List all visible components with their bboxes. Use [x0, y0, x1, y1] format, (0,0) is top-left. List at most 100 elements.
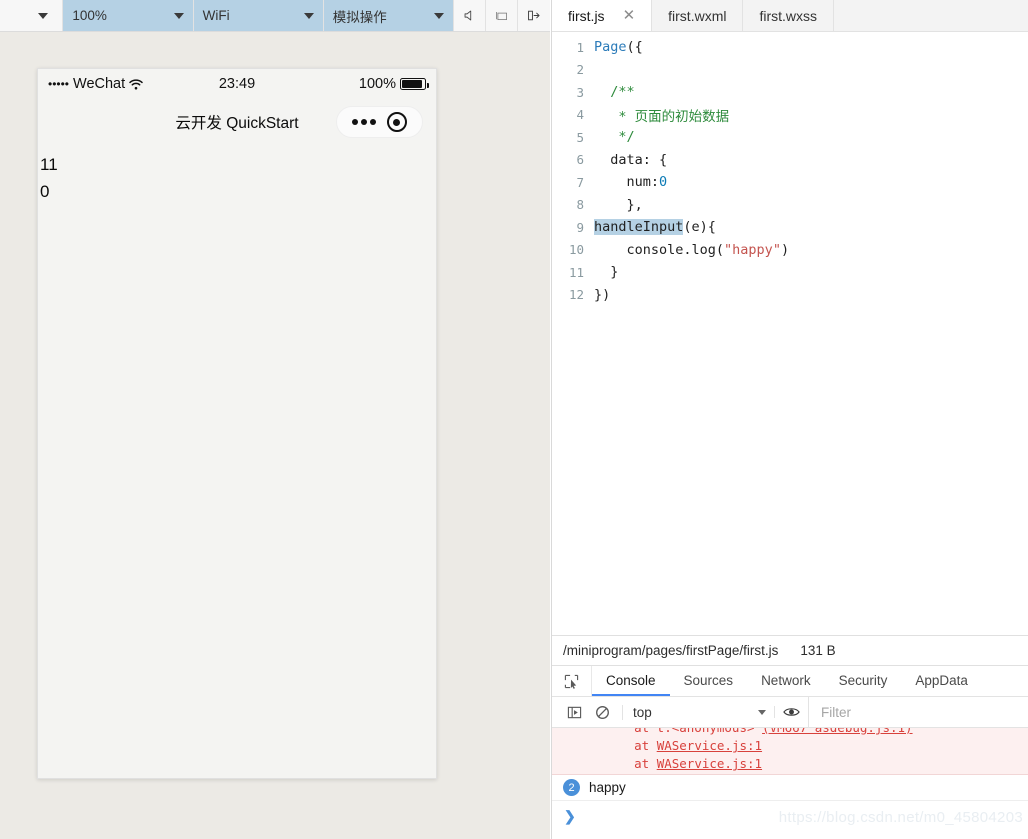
code-text: data: {	[594, 152, 667, 168]
devtools-tab-network[interactable]: Network	[747, 666, 825, 696]
code-token: },	[594, 196, 643, 213]
editor-tab-label: first.wxss	[759, 7, 818, 24]
chevron-down-icon	[758, 709, 766, 715]
editor-tab-first-wxss[interactable]: first.wxss	[743, 0, 835, 31]
phone-status-bar: ••••• WeChat 23:49 100%	[38, 69, 436, 99]
code-token: */	[594, 129, 635, 146]
clear-console-button[interactable]	[588, 705, 616, 720]
editor-tab-label: first.js	[568, 7, 605, 24]
volume-button[interactable]	[454, 0, 487, 31]
code-token: 0	[659, 174, 668, 191]
code-token: ({	[626, 39, 643, 56]
inspect-element-button[interactable]	[552, 666, 592, 696]
editor-tab-first-wxml[interactable]: first.wxml	[652, 0, 744, 31]
target-icon[interactable]	[386, 112, 407, 132]
close-icon[interactable]: ✕	[623, 8, 636, 23]
editor-pane: first.js ✕ first.wxml first.wxss 1 Page({2 3 …	[551, 0, 1028, 839]
editor-tab-strip: first.js ✕ first.wxml first.wxss	[552, 0, 1028, 32]
line-number: 6	[576, 152, 584, 168]
editor-tab-first-js[interactable]: first.js ✕	[552, 0, 653, 31]
page-text-line: 0	[40, 182, 50, 201]
code-text: */	[594, 129, 635, 146]
console-error-group: at t.<anonymous> (VM667 asdebug.js:1) at…	[552, 728, 1028, 775]
console-filter-input[interactable]: Filter	[808, 697, 1028, 727]
wechat-capsule[interactable]	[336, 106, 423, 138]
code-text: }	[594, 264, 618, 280]
chevron-down-icon	[303, 12, 314, 19]
line-number: 12	[568, 287, 584, 303]
log-count-badge: 2	[563, 779, 580, 796]
network-dropdown[interactable]: WiFi	[193, 0, 324, 31]
line-number: 9	[576, 219, 584, 235]
line-number: 5	[576, 129, 584, 145]
line-number: 8	[576, 197, 584, 213]
code-line: 6 data: {	[552, 149, 1028, 172]
code-line: 1 Page({	[552, 36, 1028, 59]
console-output: at t.<anonymous> (VM667 asdebug.js:1) at…	[552, 728, 1028, 839]
error-source-link[interactable]: (VM667 asdebug.js:1)	[762, 728, 913, 735]
code-line: 5 */	[552, 126, 1028, 149]
context-value: top	[633, 704, 652, 720]
line-number: 1	[576, 39, 584, 55]
volume-icon	[464, 10, 472, 21]
chevron-down-icon	[434, 12, 445, 19]
console-prompt-row[interactable]: ❯ https://blog.csdn.net/m0_45804203	[552, 801, 1028, 831]
devtools-tab-console[interactable]: Console	[592, 666, 670, 696]
devtools-tab-bar: Console Sources Network Security AppData	[552, 666, 1028, 697]
code-text: /**	[594, 84, 634, 100]
code-line: 8 },	[552, 194, 1028, 217]
console-sidebar-icon	[567, 706, 581, 718]
screen-button[interactable]	[486, 0, 519, 31]
prompt-caret-icon: ❯	[564, 807, 576, 824]
code-line: 7 num:0	[552, 171, 1028, 194]
code-token: num:	[594, 174, 660, 191]
detach-simulator-button[interactable]	[518, 0, 550, 31]
detach-icon	[528, 10, 540, 21]
code-editor[interactable]: 1 Page({2 3 /** 4 * 页面的初始数据 5 */6 data: {7 n…	[552, 32, 1028, 635]
console-log-row: 2 happy	[552, 775, 1028, 801]
simulator-pane: 100% WiFi 模拟操作 ••••• WeChat 23:49 100% 云…	[0, 0, 550, 839]
network-value: WiFi	[202, 8, 230, 23]
code-line: 10 console.log("happy")	[552, 239, 1028, 262]
context-selector[interactable]: top	[622, 704, 774, 720]
code-text: handleInput(e){	[594, 219, 716, 236]
inspect-element-icon	[564, 674, 579, 689]
code-token: })	[594, 286, 611, 303]
code-text: })	[594, 287, 610, 303]
more-dots-icon[interactable]	[352, 119, 377, 125]
line-number: 11	[568, 264, 584, 280]
screen-icon	[496, 11, 507, 20]
device-dropdown[interactable]	[0, 0, 64, 31]
error-source-link[interactable]: WAService.js:1	[657, 756, 762, 771]
code-line: 11 }	[552, 261, 1028, 284]
code-token: console.log(	[594, 241, 725, 258]
code-text: console.log("happy")	[594, 241, 790, 258]
chevron-down-icon	[38, 12, 49, 19]
line-number: 10	[568, 242, 584, 258]
devtools-tab-appdata[interactable]: AppData	[901, 666, 982, 696]
error-source-link[interactable]: WAService.js:1	[657, 738, 762, 753]
devtools-tab-security[interactable]: Security	[825, 666, 902, 696]
devtools-tab-sources[interactable]: Sources	[670, 666, 748, 696]
console-sidebar-button[interactable]	[560, 705, 588, 720]
zoom-dropdown[interactable]: 100%	[63, 0, 194, 31]
live-expression-button[interactable]	[774, 706, 808, 718]
code-line: 2	[552, 59, 1028, 82]
devtools-panel: ConsoleSourcesNetworkSecurityAppData	[552, 665, 1028, 839]
app-root: 100% WiFi 模拟操作 ••••• WeChat 23:49 100% 云…	[0, 0, 1028, 839]
page-title: 云开发 QuickStart	[175, 115, 299, 132]
code-text: num:0	[594, 174, 668, 191]
console-error-line: at WAService.js:1	[604, 756, 763, 771]
code-line: 9 handleInput(e){	[552, 216, 1028, 239]
console-toolbar: top Filter	[552, 697, 1028, 728]
line-number: 3	[576, 84, 584, 100]
code-text: Page({	[594, 39, 643, 55]
file-status-bar: /miniprogram/pages/firstPage/first.js 13…	[552, 635, 1028, 665]
simulate-action-dropdown[interactable]: 模拟操作	[323, 0, 455, 31]
line-number: 7	[576, 174, 584, 190]
file-size: 131 B	[800, 643, 836, 658]
phone-page-content: 11 0	[38, 145, 436, 205]
code-token: handleInput	[594, 219, 684, 236]
code-token: }	[594, 264, 619, 281]
code-text: * 页面的初始数据	[594, 105, 729, 125]
